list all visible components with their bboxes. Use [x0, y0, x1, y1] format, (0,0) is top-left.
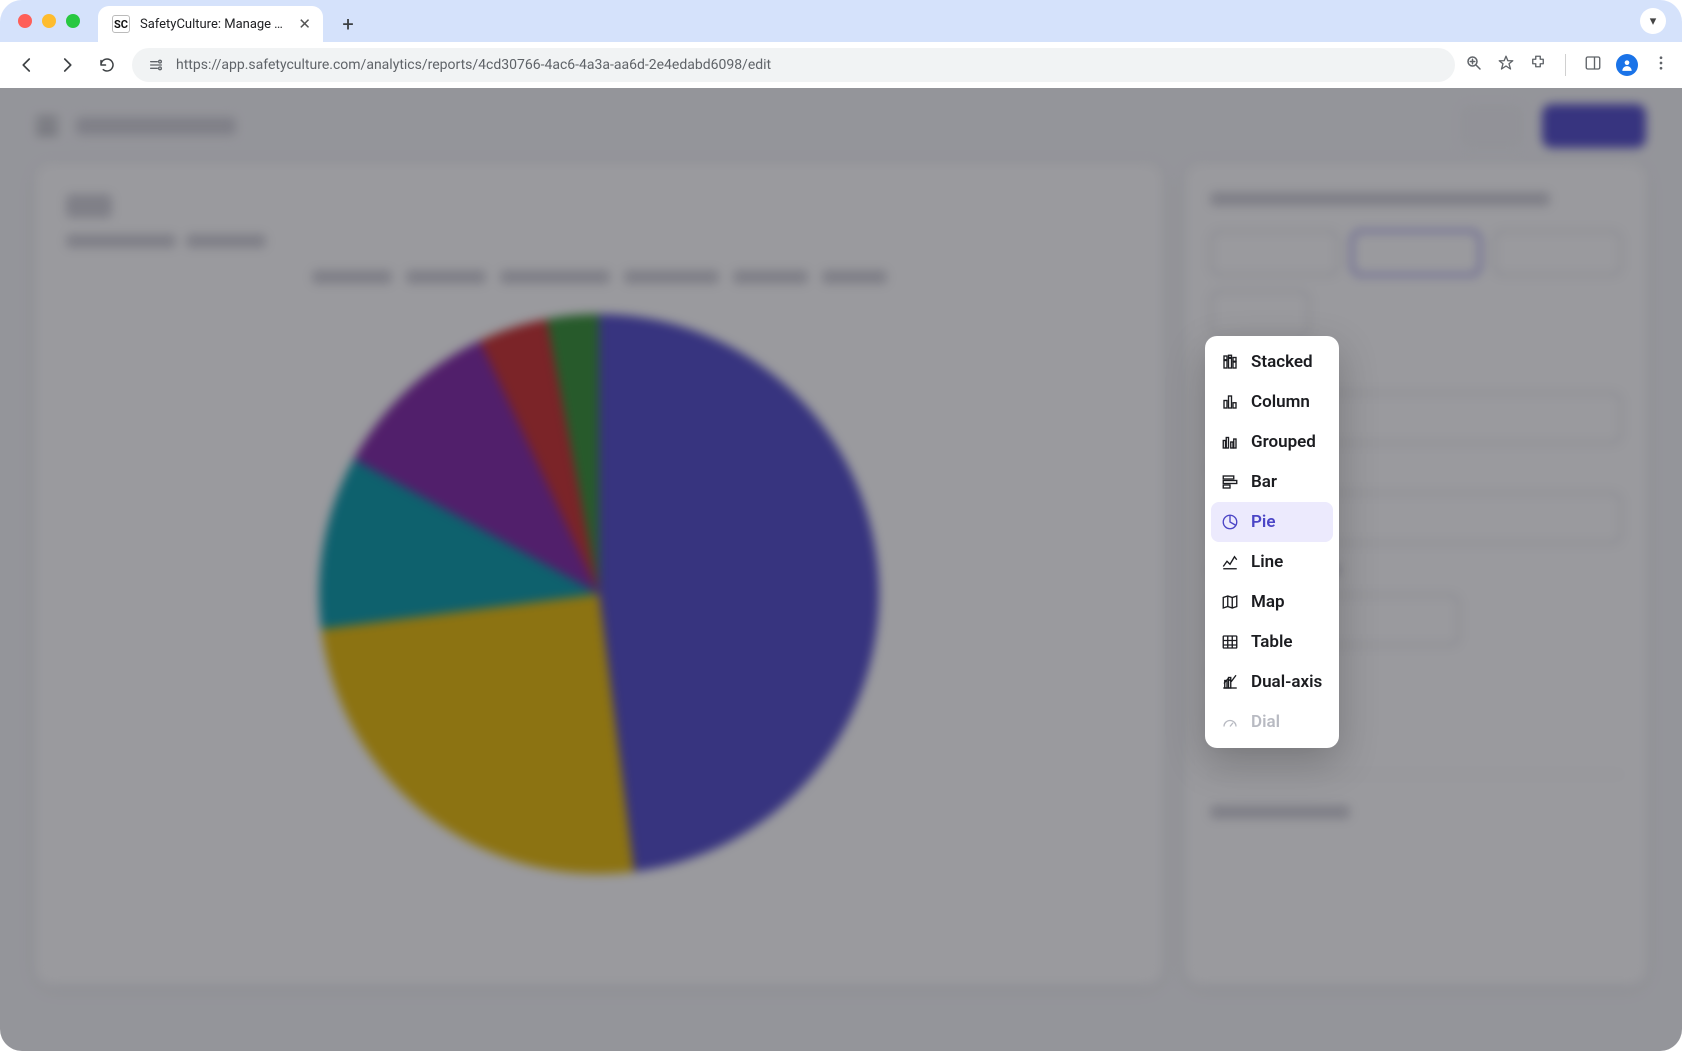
- window-controls: [0, 0, 98, 42]
- option-label: Line: [1251, 552, 1283, 572]
- table-icon: [1221, 633, 1239, 651]
- chart-type-option-dial: Dial: [1211, 702, 1333, 742]
- browser-toolbar: https://app.safetyculture.com/analytics/…: [0, 42, 1682, 88]
- arrow-right-icon: [58, 56, 76, 74]
- browser-chrome: SC SafetyCulture: Manage Teams and... ✕ …: [0, 0, 1682, 88]
- chart-type-option-dualaxis[interactable]: Dual-axis: [1211, 662, 1333, 702]
- dual-axis-icon: [1221, 673, 1239, 691]
- browser-tab[interactable]: SC SafetyCulture: Manage Teams and... ✕: [98, 6, 323, 42]
- site-settings-icon[interactable]: [146, 55, 166, 75]
- pie-chart-icon: [1221, 513, 1239, 531]
- tab-title: SafetyCulture: Manage Teams and...: [140, 17, 288, 32]
- option-label: Bar: [1251, 472, 1277, 492]
- modal-overlay[interactable]: [0, 88, 1682, 1051]
- option-label: Pie: [1251, 512, 1275, 532]
- window-zoom-button[interactable]: [66, 14, 80, 28]
- kebab-menu-icon[interactable]: [1652, 54, 1670, 76]
- tab-favicon: SC: [112, 15, 130, 33]
- chart-type-option-pie[interactable]: Pie: [1211, 502, 1333, 542]
- map-icon: [1221, 593, 1239, 611]
- option-label: Dual-axis: [1251, 672, 1322, 692]
- address-url: https://app.safetyculture.com/analytics/…: [176, 57, 771, 73]
- chart-type-option-grouped[interactable]: Grouped: [1211, 422, 1333, 462]
- option-label: Map: [1251, 592, 1285, 612]
- stacked-bars-icon: [1221, 353, 1239, 371]
- chart-type-option-bar[interactable]: Bar: [1211, 462, 1333, 502]
- chart-type-option-map[interactable]: Map: [1211, 582, 1333, 622]
- profile-avatar[interactable]: [1616, 54, 1638, 76]
- horizontal-bar-icon: [1221, 473, 1239, 491]
- chart-type-option-table[interactable]: Table: [1211, 622, 1333, 662]
- window-close-button[interactable]: [18, 14, 32, 28]
- chart-type-option-column[interactable]: Column: [1211, 382, 1333, 422]
- side-panel-icon[interactable]: [1584, 54, 1602, 76]
- chart-type-option-stacked[interactable]: Stacked: [1211, 342, 1333, 382]
- reload-icon: [98, 56, 116, 74]
- tab-close-button[interactable]: ✕: [298, 15, 311, 33]
- column-chart-icon: [1221, 393, 1239, 411]
- bookmark-icon[interactable]: [1497, 54, 1515, 76]
- grouped-bars-icon: [1221, 433, 1239, 451]
- extensions-icon[interactable]: [1529, 54, 1547, 76]
- tab-list-caret[interactable]: ▾: [1640, 8, 1666, 34]
- line-chart-icon: [1221, 553, 1239, 571]
- option-label: Grouped: [1251, 432, 1316, 452]
- option-label: Table: [1251, 632, 1293, 652]
- tab-strip: SC SafetyCulture: Manage Teams and... ✕ …: [0, 0, 1682, 42]
- toolbar-right: [1465, 54, 1670, 76]
- option-label: Dial: [1251, 712, 1280, 732]
- toolbar-divider: [1565, 54, 1566, 76]
- chart-type-dropdown: Stacked Column Grouped Bar Pie Line Map Table Du…: [1205, 336, 1339, 748]
- nav-reload-button[interactable]: [92, 50, 122, 80]
- chart-type-option-line[interactable]: Line: [1211, 542, 1333, 582]
- nav-back-button[interactable]: [12, 50, 42, 80]
- nav-forward-button[interactable]: [52, 50, 82, 80]
- option-label: Column: [1251, 392, 1310, 412]
- zoom-icon[interactable]: [1465, 54, 1483, 76]
- option-label: Stacked: [1251, 352, 1313, 372]
- arrow-left-icon: [18, 56, 36, 74]
- address-bar[interactable]: https://app.safetyculture.com/analytics/…: [132, 48, 1455, 82]
- dial-icon: [1221, 713, 1239, 731]
- window-minimize-button[interactable]: [42, 14, 56, 28]
- page: Pie Stacked Column Grouped Bar Pie Line Map Tab…: [0, 88, 1682, 1051]
- new-tab-button[interactable]: +: [333, 9, 363, 39]
